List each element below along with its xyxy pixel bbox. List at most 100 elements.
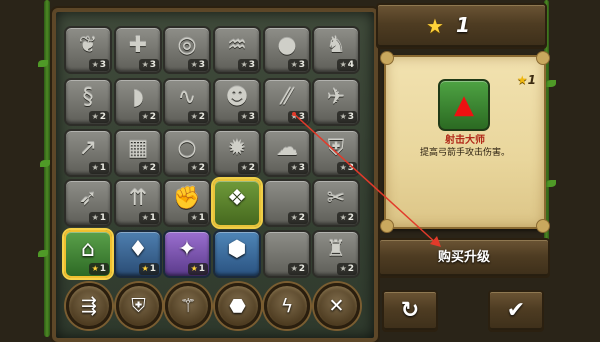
slot-cost: 4 [347,60,354,70]
upgrade-slot[interactable]: ☁ ★3 [263,129,311,177]
star-icon: ★ [141,112,149,121]
upgrade-slot[interactable]: ⌂ ★1 [64,230,112,278]
slot-cost: 2 [298,213,305,223]
upgrade-slot[interactable]: ◗ ★2 [114,78,162,126]
lightning-tree-icon[interactable]: ϟ [264,283,310,329]
shield-icon: ⛨ [327,136,345,161]
mage-staff-glyph: ⚚ [179,295,197,317]
star-icon: ★ [91,163,99,172]
rock-tree-icon[interactable]: ⬣ [214,283,261,329]
slot-cost-badge: ★3 [237,111,258,123]
upgrade-slot[interactable]: ✊ ★1 [163,179,211,227]
upgrade-description: 提高弓箭手攻击伤害。 [419,148,510,158]
upgrade-slot[interactable]: ✦ ★1 [163,230,211,278]
slot-cost-badge: ★1 [138,212,159,224]
vine-icon: ∿ [177,85,197,110]
upgrade-slot[interactable]: ★2 [263,230,311,278]
gold-spikes-icon: ♦ [128,237,148,262]
slot-cost-badge: ★1 [187,212,208,224]
slot-cost-badge: ★3 [237,59,258,71]
rock-glyph: ⬣ [229,295,246,317]
slot-cost-badge: ★1 [88,263,109,275]
upgrade-slot[interactable]: ❖ [213,179,261,227]
slot-cost-badge: ★2 [287,212,308,224]
upgrade-slot[interactable]: § ★2 [64,78,112,126]
shield-tree-icon[interactable]: ⛨ [115,283,162,329]
buy-upgrade-label: 购买升级 [437,250,490,265]
reset-button[interactable]: ↻ [382,290,438,332]
upgrade-slot[interactable]: ∿ ★2 [163,78,211,126]
slot-cost-badge: ★3 [138,59,159,71]
daggers-icon: ✂ [326,186,346,211]
star-icon: ★ [91,264,99,273]
slot-cost: 2 [198,163,205,173]
slot-cost: 1 [198,213,205,223]
upgrade-slot[interactable]: ⛨ ★3 [312,129,360,177]
upgrade-slot[interactable]: ♜ ★2 [312,230,360,278]
arrows-tree-icon[interactable]: ⇶ [66,283,112,329]
crossed-swords-tree-icon[interactable]: ✕ [313,283,360,329]
shield-glyph: ⛨ [131,295,146,317]
arrows-glyph: ⇶ [81,295,97,317]
star-counter-panel: ★ 1 [376,3,547,49]
slot-cost: 2 [198,112,205,122]
upgrade-slot[interactable]: ● ★3 [263,26,311,74]
slot-cost: 1 [198,264,205,274]
sheep-icon: ♒ [227,33,247,58]
slot-cost: 3 [248,112,255,122]
upgrade-slot[interactable]: ✈ ★3 [312,78,360,126]
crystal-cluster-icon: ❖ [227,186,247,211]
upgrade-slot[interactable]: ▦ ★2 [114,129,162,177]
star-icon: ★ [339,264,347,273]
upgrade-slot[interactable]: ☻ ★3 [213,78,261,126]
buy-upgrade-button[interactable]: 购买升级 [378,238,550,278]
archer-icon: ➶ [78,186,98,211]
upgrade-slot[interactable]: ♞ ★4 [312,26,360,74]
leaf-decoration [546,180,556,187]
upgrade-slot[interactable]: ✚ ★3 [114,26,162,74]
upgrade-slot[interactable]: ○ ★2 [163,129,211,177]
slot-cost: 3 [347,112,354,122]
upgrade-slot[interactable]: ➶ ★1 [64,179,112,227]
mage-staff-tree-icon[interactable]: ⚚ [165,283,211,329]
rock-icon: ⬢ [227,237,247,262]
slot-cost: 1 [99,163,106,173]
upgrade-slot[interactable]: ♦ ★1 [114,230,162,278]
hand-stone-icon: ✊ [173,186,201,211]
confirm-button[interactable]: ✔ [488,290,544,332]
slot-cost-badge: ★2 [336,263,357,275]
feather-blade-icon: ◗ [132,85,144,110]
undo-icon: ↻ [400,298,420,323]
slot-cost-badge: ★2 [187,162,208,174]
upgrade-name: 射击大师 [445,135,485,146]
star-icon: ★ [240,60,248,69]
upgrade-slot[interactable]: ⇈ ★1 [114,179,162,227]
slot-cost-badge: ★3 [187,59,208,71]
star-icon: ★ [516,73,528,87]
slot-cost-badge: ★2 [138,162,159,174]
gear-icon: ✹ [227,136,247,161]
slot-cost: 3 [99,60,106,70]
slot-cost: 3 [198,60,205,70]
checkmark-icon: ✔ [506,298,526,323]
slot-cost: 3 [248,60,255,70]
upgrade-slot[interactable]: ⁄⁄ ★3 [263,78,311,126]
slot-cost: 2 [347,213,354,223]
upgrade-slot[interactable]: ♒ ★3 [213,26,261,74]
spears-icon: ↗ [78,136,98,161]
slot-cost: 3 [149,60,156,70]
upgrade-slot[interactable]: ❦ ★3 [64,26,112,74]
slot-cost: 1 [149,213,156,223]
star-icon: ★ [339,213,347,222]
star-icon: ★ [190,163,198,172]
upgrade-slot[interactable]: ★2 [263,179,311,227]
upgrade-slot[interactable]: ✹ ★2 [213,129,261,177]
upgrade-slot[interactable]: ◎ ★3 [163,26,211,74]
slot-cost: 1 [99,264,106,274]
upgrade-cost: ★1 [516,73,536,87]
slot-cost-badge: ★3 [287,59,308,71]
slot-cost: 2 [99,112,106,122]
upgrade-slot[interactable]: ✂ ★2 [312,179,360,227]
upgrade-slot[interactable]: ↗ ★1 [64,129,112,177]
upgrade-slot[interactable]: ⬢ [213,230,261,278]
